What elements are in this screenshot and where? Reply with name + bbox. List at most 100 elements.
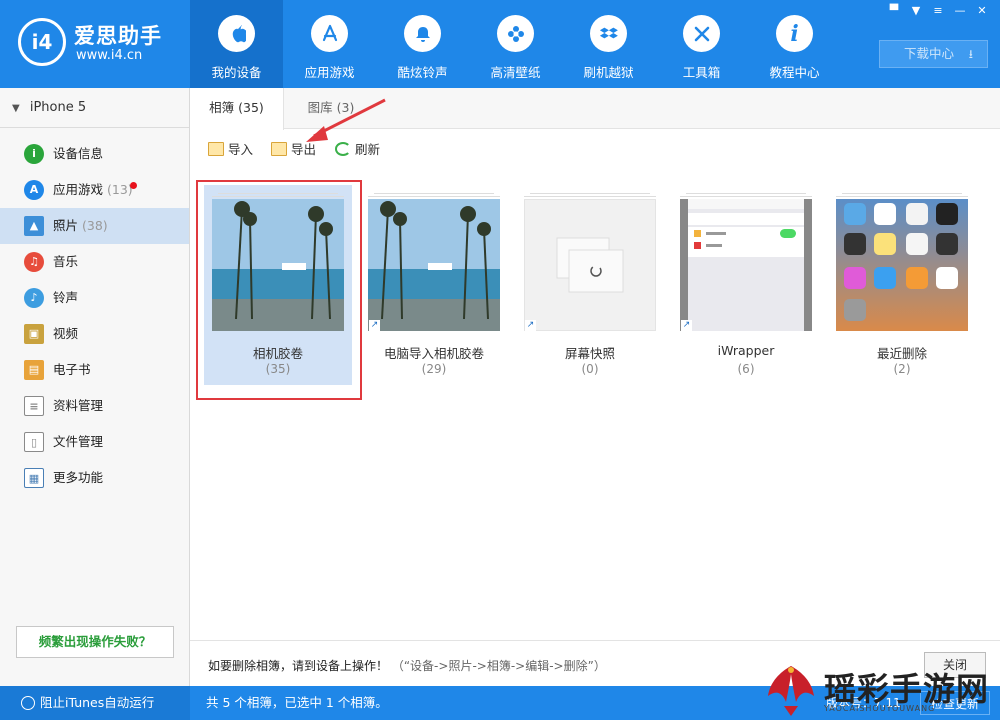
- download-center-button[interactable]: 下载中心 ⭳: [879, 40, 988, 68]
- notification-dot: [130, 182, 137, 189]
- album-name: 电脑导入相机胶卷: [383, 346, 484, 361]
- album-iwrapper[interactable]: ↗ iWrapper (6): [672, 185, 820, 385]
- nav-tutorials[interactable]: i 教程中心: [748, 0, 841, 88]
- album-count: (2): [893, 362, 911, 376]
- frequent-failure-help-button[interactable]: 频繁出现操作失败？: [16, 626, 174, 658]
- main-nav: 我的设备 应用游戏 酷炫铃声 高清壁纸 刷机越狱 工具箱 i 教程中心: [190, 0, 841, 88]
- import-folder-icon: [208, 142, 224, 156]
- import-label: 导入: [228, 142, 254, 157]
- app-name: 爱思助手: [74, 24, 162, 48]
- radio-icon: [21, 696, 35, 710]
- photo-icon: ▲: [24, 216, 44, 236]
- nav-flash-jailbreak[interactable]: 刷机越狱: [562, 0, 655, 88]
- sidebar-item-count: (13): [107, 182, 133, 197]
- device-name: iPhone 5: [29, 100, 87, 115]
- selection-highlight-frame: [196, 180, 362, 400]
- feedback-icon[interactable]: ▀: [886, 4, 902, 18]
- app-url: www.i4.cn: [76, 48, 143, 63]
- contacts-icon: ≡: [24, 396, 44, 416]
- sidebar-item-label: 应用游戏: [53, 182, 104, 197]
- album-thumbnail: [680, 199, 812, 331]
- nav-my-device[interactable]: 我的设备: [190, 0, 283, 88]
- caret-down-icon: ▼: [12, 103, 20, 114]
- grid-icon: ▦: [24, 468, 44, 488]
- app-header: i4 爱思助手 www.i4.cn 我的设备 应用游戏 酷炫铃声 高清壁纸 刷机…: [0, 0, 1000, 88]
- skin-icon[interactable]: ▼: [908, 4, 924, 18]
- album-count: (0): [581, 362, 599, 376]
- shortcut-arrow-icon: ↗: [681, 320, 692, 331]
- sidebar-item-photos[interactable]: ▲ 照片 (38): [0, 208, 189, 244]
- sidebar-item-file-management[interactable]: ▯ 文件管理: [0, 424, 189, 460]
- album-count: (6): [737, 362, 755, 376]
- nav-label: 我的设备: [211, 65, 262, 80]
- tools-icon: [683, 15, 720, 52]
- sidebar-item-device-info[interactable]: i 设备信息: [0, 136, 189, 172]
- book-icon: ▤: [24, 360, 44, 380]
- notice-text: 如要删除相簿，请到设备上操作！: [208, 659, 389, 673]
- sidebar-item-label: 音乐: [53, 254, 79, 269]
- music-icon: ♫: [24, 252, 44, 272]
- annotation-arrow-icon: [306, 98, 386, 142]
- album-recently-deleted[interactable]: 最近删除 (2): [828, 185, 976, 385]
- export-folder-icon: [271, 142, 287, 156]
- close-icon[interactable]: ✕: [974, 4, 990, 18]
- menu-icon[interactable]: ≡: [930, 4, 946, 18]
- nav-ringtones[interactable]: 酷炫铃声: [376, 0, 469, 88]
- sidebar-item-label: 更多功能: [53, 470, 104, 485]
- album-name: 最近删除: [876, 346, 927, 361]
- sidebar-item-ebooks[interactable]: ▤ 电子书: [0, 352, 189, 388]
- bell-icon: [404, 15, 441, 52]
- watermark: 瑶彩手游网 YAOCAISHOUYOUWANG: [762, 660, 1000, 720]
- sidebar-item-label: 文件管理: [53, 434, 104, 449]
- shortcut-arrow-icon: ↗: [525, 320, 536, 331]
- notice-hint: （“设备->照片->相簿->编辑->删除”）: [391, 659, 606, 673]
- download-icon: ⭳: [968, 47, 973, 61]
- sidebar-item-apps[interactable]: A 应用游戏 (13): [0, 172, 189, 208]
- nav-label: 应用游戏: [304, 65, 355, 80]
- sidebar-item-label: 电子书: [53, 362, 91, 377]
- album-name: iWrapper: [717, 343, 775, 358]
- main-content: 相簿 (35) 图库 (3) 导入 导出 刷新 相机胶卷 (35) ↗ 电脑导入…: [190, 88, 1000, 686]
- sidebar-item-ringtones[interactable]: ♪ 铃声: [0, 280, 189, 316]
- dropbox-icon: [590, 15, 627, 52]
- watermark-subtext: YAOCAISHOUYOUWANG: [824, 704, 936, 713]
- nav-apps-games[interactable]: 应用游戏: [283, 0, 376, 88]
- tab-albums[interactable]: 相簿 (35): [190, 88, 284, 130]
- logo-mark: i4: [18, 18, 66, 66]
- nav-toolbox[interactable]: 工具箱: [655, 0, 748, 88]
- album-thumbnail: [368, 199, 500, 331]
- block-itunes-toggle[interactable]: 阻止iTunes自动运行: [0, 686, 190, 720]
- sidebar-item-label: 视频: [53, 326, 79, 341]
- block-itunes-label: 阻止iTunes自动运行: [40, 695, 155, 710]
- shortcut-arrow-icon: ↗: [369, 320, 380, 331]
- album-thumbnail: [524, 199, 656, 331]
- nav-wallpapers[interactable]: 高清壁纸: [469, 0, 562, 88]
- sidebar-item-count: (38): [82, 218, 108, 233]
- sidebar-item-music[interactable]: ♫ 音乐: [0, 244, 189, 280]
- appstore-icon: [311, 15, 348, 52]
- album-screenshots[interactable]: ↗ 屏幕快照 (0): [516, 185, 664, 385]
- sidebar-item-label: 铃声: [53, 290, 79, 305]
- appstore-icon: A: [24, 180, 44, 200]
- sidebar-item-label: 资料管理: [53, 398, 104, 413]
- file-icon: ▯: [24, 432, 44, 452]
- sidebar-item-more[interactable]: ▦ 更多功能: [0, 460, 189, 496]
- app-logo: i4 爱思助手 www.i4.cn: [18, 18, 188, 70]
- device-selector[interactable]: ▼ iPhone 5: [0, 88, 189, 128]
- video-icon: ▣: [24, 324, 44, 344]
- album-count: (29): [421, 362, 447, 376]
- nav-label: 刷机越狱: [583, 65, 634, 80]
- album-pc-imported[interactable]: ↗ 电脑导入相机胶卷 (29): [360, 185, 508, 385]
- sidebar-item-video[interactable]: ▣ 视频: [0, 316, 189, 352]
- sidebar: ▼ iPhone 5 i 设备信息 A 应用游戏 (13) ▲ 照片 (38) ♫ …: [0, 88, 190, 686]
- sidebar-item-data-management[interactable]: ≡ 资料管理: [0, 388, 189, 424]
- info-icon: i: [776, 15, 813, 52]
- status-summary: 共 5 个相簿，已选中 1 个相簿。: [206, 695, 388, 710]
- sidebar-list: i 设备信息 A 应用游戏 (13) ▲ 照片 (38) ♫ 音乐 ♪ 铃声 ▣ 视…: [0, 128, 189, 496]
- nav-label: 高清壁纸: [490, 65, 541, 80]
- import-button[interactable]: 导入: [208, 141, 253, 159]
- bell-icon: ♪: [24, 288, 44, 308]
- minimize-icon[interactable]: —: [952, 4, 968, 18]
- flower-icon: [497, 15, 534, 52]
- watermark-logo-icon: [768, 666, 814, 716]
